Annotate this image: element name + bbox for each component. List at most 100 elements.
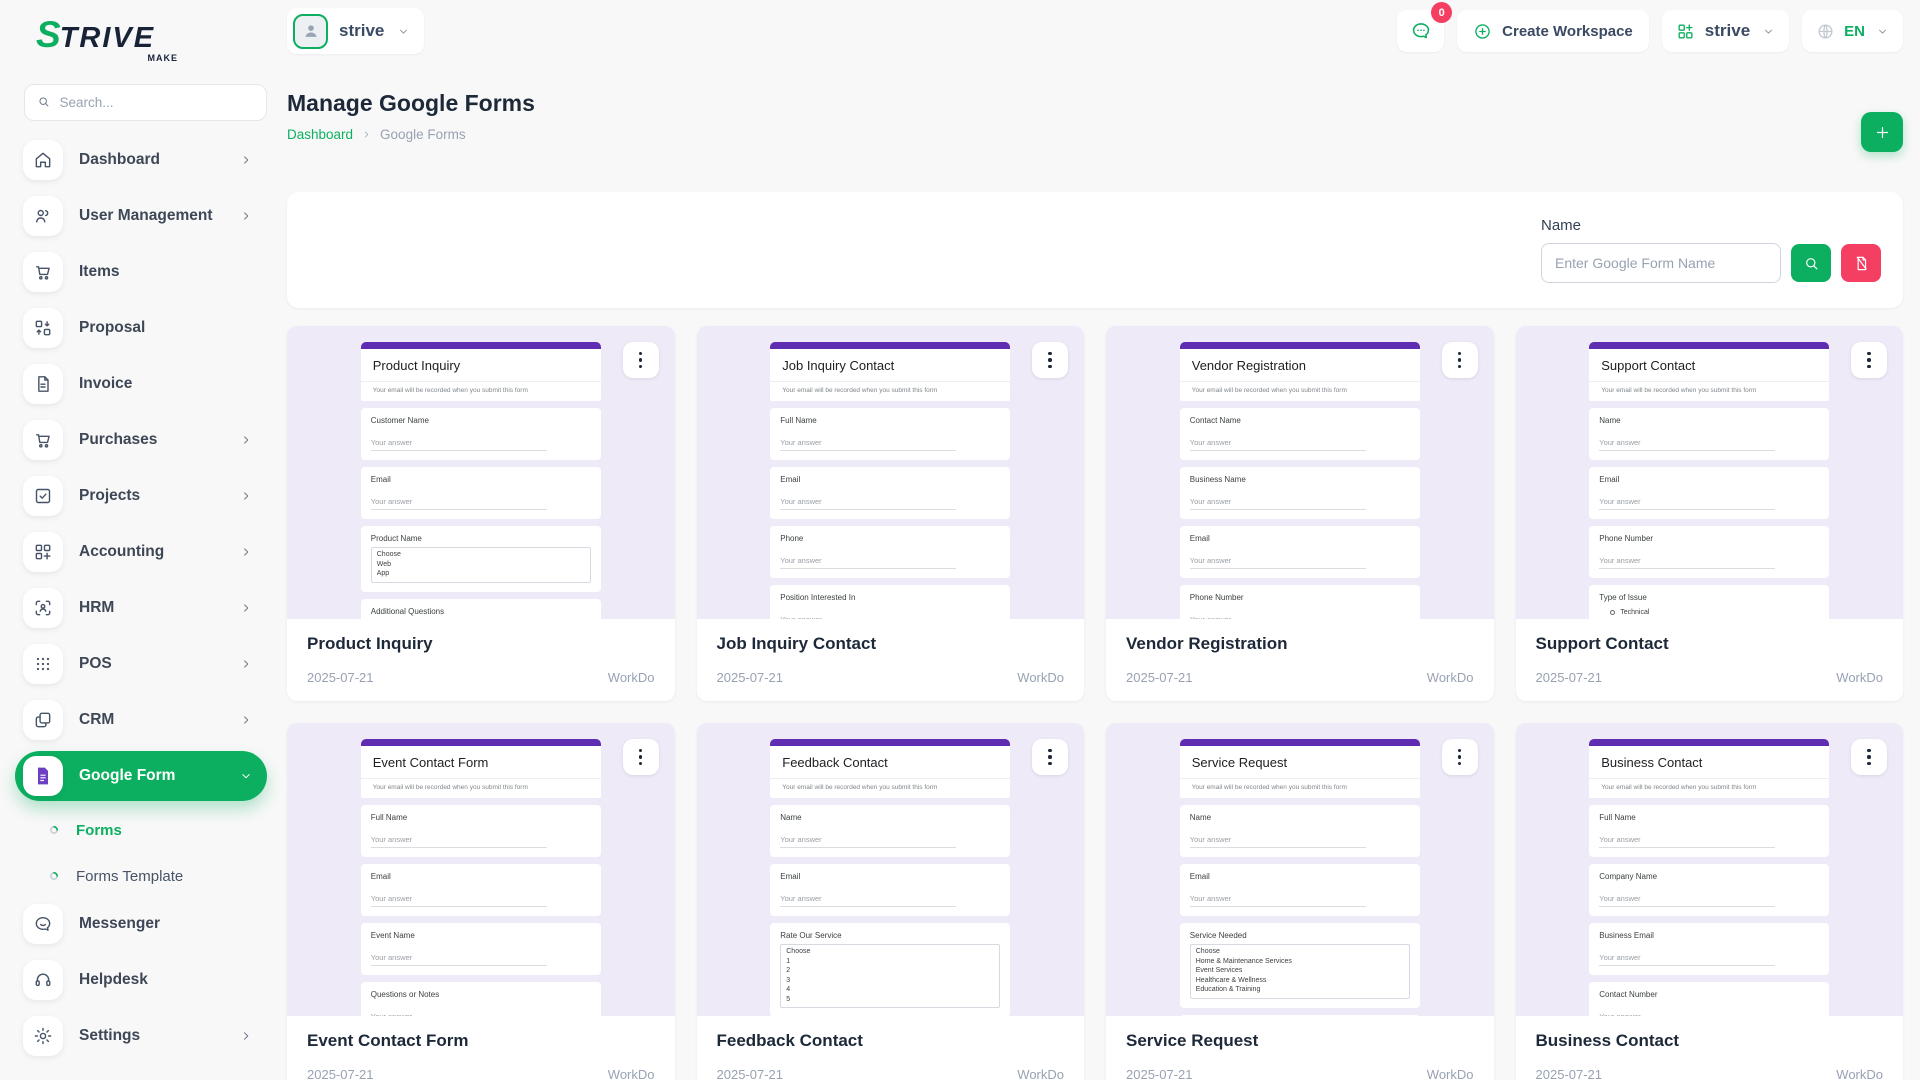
gform-field: Type of IssueTechnicalBillingAccount	[1589, 585, 1829, 619]
card-menu-button[interactable]	[1032, 342, 1068, 378]
gform-answer-placeholder: Your answer	[371, 497, 547, 510]
sidebar-subitem-forms-template[interactable]: Forms Template	[15, 853, 267, 899]
dots-grid-icon	[23, 644, 63, 684]
gform-select-option: 3	[786, 976, 994, 986]
form-card-support-contact[interactable]: Support ContactYour email will be record…	[1516, 326, 1904, 701]
sidebar-item-messenger[interactable]: Messenger	[15, 899, 267, 949]
messages-button[interactable]: 0	[1397, 10, 1444, 52]
sidebar-item-dashboard[interactable]: Dashboard	[15, 135, 267, 185]
ring-icon	[48, 824, 60, 836]
form-card-body: Vendor Registration2025-07-21WorkDo	[1106, 619, 1494, 701]
filter-search-button[interactable]	[1791, 244, 1831, 282]
sidebar-item-label: Messenger	[79, 915, 160, 933]
chevron-down-icon	[397, 25, 410, 38]
form-card-service-request[interactable]: Service RequestYour email will be record…	[1106, 723, 1494, 1080]
form-card-owner: WorkDo	[1427, 1067, 1474, 1080]
sidebar-item-accounting[interactable]: Accounting	[15, 527, 267, 577]
gform-field: Preferred ContactYour answer	[1180, 1015, 1420, 1017]
card-menu-button[interactable]	[1851, 342, 1887, 378]
dots-vertical-icon	[1048, 365, 1052, 369]
gform-field-label: Contact Number	[1599, 990, 1819, 999]
sidebar-item-label: Items	[79, 263, 120, 281]
card-menu-button[interactable]	[623, 342, 659, 378]
sidebar-item-crm[interactable]: CRM	[15, 695, 267, 745]
sidebar-item-settings[interactable]: Settings	[15, 1011, 267, 1061]
filter-reset-button[interactable]	[1841, 244, 1881, 282]
dots-vertical-icon	[1867, 762, 1871, 766]
gform-field: Additional QuestionsYour answer	[361, 599, 601, 620]
form-card-owner: WorkDo	[1427, 670, 1474, 685]
form-card-vendor-registration[interactable]: Vendor RegistrationYour email will be re…	[1106, 326, 1494, 701]
card-menu-button[interactable]	[1442, 739, 1478, 775]
form-name-input[interactable]	[1541, 243, 1781, 283]
gform-field: Business EmailYour answer	[1589, 923, 1829, 975]
gform-select-option: 2	[786, 966, 994, 976]
workspace-selector[interactable]: strive	[287, 8, 424, 54]
chevron-down-icon	[1762, 25, 1775, 38]
gform-title: Support Contact	[1589, 349, 1829, 382]
sidebar-subitem-forms[interactable]: Forms	[15, 807, 267, 853]
gform-thumbnail: Service RequestYour email will be record…	[1180, 739, 1420, 1016]
gform-thumbnail: Business ContactYour email will be recor…	[1589, 739, 1829, 1016]
gform-header-bar	[361, 342, 601, 349]
gform-radio-group: TechnicalBillingAccount	[1599, 609, 1819, 619]
card-menu-button[interactable]	[1442, 342, 1478, 378]
sidebar-item-projects[interactable]: Projects	[15, 471, 267, 521]
form-card-owner: WorkDo	[1836, 1067, 1883, 1080]
form-card-body: Job Inquiry Contact2025-07-21WorkDo	[697, 619, 1085, 701]
sidebar-search	[24, 84, 267, 121]
sidebar-item-hrm[interactable]: HRM	[15, 583, 267, 633]
gform-title: Product Inquiry	[361, 349, 601, 382]
chevron-right-icon	[239, 545, 253, 559]
breadcrumb-dashboard-link[interactable]: Dashboard	[287, 127, 353, 142]
gform-field-label: Name	[780, 813, 1000, 822]
card-menu-button[interactable]	[1032, 739, 1068, 775]
card-menu-button[interactable]	[1851, 739, 1887, 775]
gform-select: Choose12345	[780, 944, 1000, 1008]
form-card-product-inquiry[interactable]: Product InquiryYour email will be record…	[287, 326, 675, 701]
sidebar-item-google-form[interactable]: Google Form	[15, 751, 267, 801]
sidebar-item-label: Accounting	[79, 543, 164, 561]
gform-header: Service RequestYour email will be record…	[1180, 746, 1420, 798]
form-card-title: Business Contact	[1536, 1031, 1884, 1051]
grid-plus-icon	[1676, 22, 1695, 41]
app-switcher-label: strive	[1705, 21, 1750, 41]
chevron-right-icon	[239, 713, 253, 727]
language-selector[interactable]: EN	[1802, 10, 1903, 52]
gform-field-label: Email	[1599, 475, 1819, 484]
dots-vertical-icon	[1867, 358, 1871, 362]
gform-select-option: Event Services	[1196, 966, 1404, 976]
sidebar-item-purchases[interactable]: Purchases	[15, 415, 267, 465]
sidebar-item-invoice[interactable]: Invoice	[15, 359, 267, 409]
add-form-button[interactable]	[1861, 112, 1903, 152]
sidebar-item-items[interactable]: Items	[15, 247, 267, 297]
gform-field-label: Company Name	[1599, 872, 1819, 881]
app-switcher[interactable]: strive	[1662, 10, 1789, 52]
create-workspace-button[interactable]: Create Workspace	[1457, 10, 1649, 52]
topbar-actions: 0 Create Workspace strive EN	[1397, 10, 1903, 52]
gform-field: Full NameYour answer	[1589, 805, 1829, 857]
search-input[interactable]	[59, 95, 254, 110]
dots-vertical-icon	[1458, 762, 1462, 766]
gform-field-label: Full Name	[780, 416, 1000, 425]
form-card-job-inquiry-contact[interactable]: Job Inquiry ContactYour email will be re…	[697, 326, 1085, 701]
card-menu-button[interactable]	[623, 739, 659, 775]
chevron-right-icon	[239, 489, 253, 503]
form-card-feedback-contact[interactable]: Feedback ContactYour email will be recor…	[697, 723, 1085, 1080]
gform-field-label: Email	[371, 872, 591, 881]
sidebar-item-pos[interactable]: POS	[15, 639, 267, 689]
gform-select-option: Choose	[1196, 947, 1404, 957]
layers-icon	[23, 700, 63, 740]
sidebar-item-user-management[interactable]: User Management	[15, 191, 267, 241]
form-card-business-contact[interactable]: Business ContactYour email will be recor…	[1516, 723, 1904, 1080]
gform-answer-placeholder: Your answer	[1190, 894, 1366, 907]
form-card-event-contact-form[interactable]: Event Contact FormYour email will be rec…	[287, 723, 675, 1080]
chevron-right-icon	[239, 601, 253, 615]
sidebar-item-proposal[interactable]: Proposal	[15, 303, 267, 353]
messages-badge: 0	[1431, 2, 1452, 23]
gform-thumbnail: Vendor RegistrationYour email will be re…	[1180, 342, 1420, 619]
chevron-right-icon	[361, 129, 372, 140]
sidebar-item-helpdesk[interactable]: Helpdesk	[15, 955, 267, 1005]
google-form-icon	[23, 756, 63, 796]
gform-answer-placeholder: Your answer	[780, 556, 956, 569]
